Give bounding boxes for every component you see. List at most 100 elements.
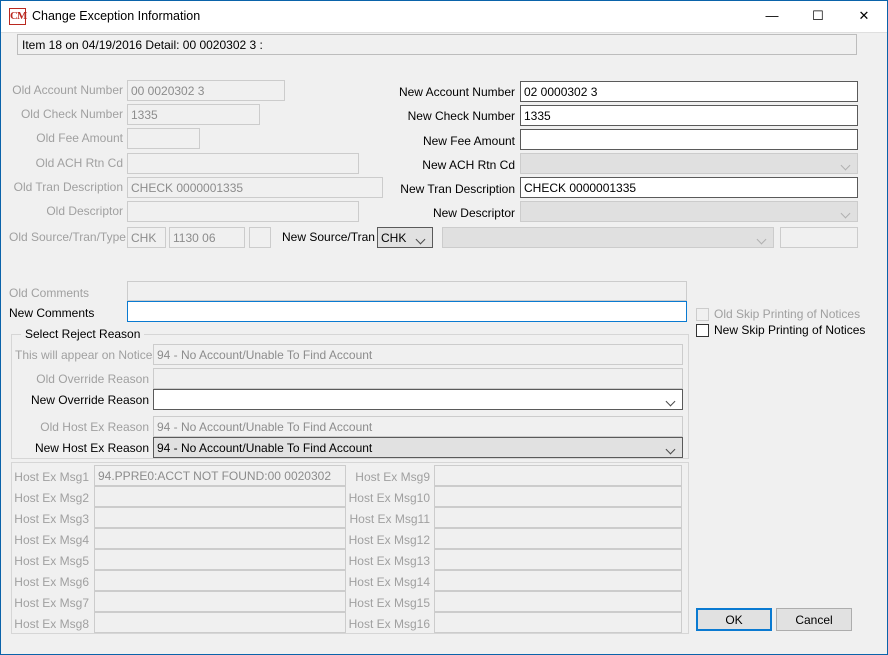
combo-new-source-value: CHK xyxy=(381,230,407,245)
change-exception-information-dialog: CM Change Exception Information — ☐ ✕ It… xyxy=(0,0,888,655)
label-host-ex-msg13: Host Ex Msg13 xyxy=(348,554,430,568)
ok-button[interactable]: OK xyxy=(696,608,772,631)
field-host-ex-msg12 xyxy=(434,528,682,549)
field-new-comments[interactable] xyxy=(127,301,687,322)
window-title: Change Exception Information xyxy=(32,9,201,23)
field-old-source: CHK xyxy=(127,227,166,248)
combo-new-host-ex-reason[interactable]: 94 - No Account/Unable To Find Account xyxy=(153,437,683,458)
app-logo-icon: CM xyxy=(9,8,27,25)
checkbox-old-skip-printing: Old Skip Printing of Notices xyxy=(696,307,860,321)
label-new-override-reason: New Override Reason xyxy=(30,393,149,407)
chevron-down-icon xyxy=(667,446,676,451)
title-bar: CM Change Exception Information — ☐ ✕ xyxy=(1,1,887,33)
label-new-check-number: New Check Number xyxy=(407,109,515,123)
label-host-ex-msg7: Host Ex Msg7 xyxy=(14,596,89,610)
label-old-ach-rtn-cd: Old ACH Rtn Cd xyxy=(35,156,123,170)
field-host-ex-msg13 xyxy=(434,549,682,570)
combo-new-descriptor[interactable] xyxy=(520,201,858,222)
field-host-ex-msg6 xyxy=(94,570,346,591)
combo-new-host-ex-reason-value: 94 - No Account/Unable To Find Account xyxy=(157,440,373,455)
label-host-ex-msg14: Host Ex Msg14 xyxy=(348,575,430,589)
field-old-tran-description: CHECK 0000001335 xyxy=(127,177,383,198)
chevron-down-icon xyxy=(667,398,676,403)
label-host-ex-msg16: Host Ex Msg16 xyxy=(348,617,430,631)
field-new-fee-amount[interactable] xyxy=(520,129,858,150)
combo-new-ach-rtn-cd[interactable] xyxy=(520,153,858,174)
label-host-ex-msg3: Host Ex Msg3 xyxy=(14,512,89,526)
combo-new-override-reason[interactable] xyxy=(153,389,683,410)
label-host-ex-msg11: Host Ex Msg11 xyxy=(349,512,430,526)
field-new-tran-description[interactable]: CHECK 0000001335 xyxy=(520,177,858,198)
label-old-host-ex-reason: Old Host Ex Reason xyxy=(40,420,149,434)
field-old-descriptor xyxy=(127,201,359,222)
field-host-ex-msg15 xyxy=(434,591,682,612)
label-old-tran-description: Old Tran Description xyxy=(13,180,123,194)
maximize-icon[interactable]: ☐ xyxy=(795,1,841,31)
label-host-ex-msg2: Host Ex Msg2 xyxy=(14,491,89,505)
field-host-ex-msg7 xyxy=(94,591,346,612)
label-host-ex-msg15: Host Ex Msg15 xyxy=(348,596,430,610)
checkbox-new-skip-printing-label: New Skip Printing of Notices xyxy=(714,323,866,337)
label-new-descriptor: New Descriptor xyxy=(432,206,515,220)
field-old-comments xyxy=(127,281,687,301)
label-old-source-tran-type: Old Source/Tran/Type xyxy=(9,230,126,244)
label-new-ach-rtn-cd: New ACH Rtn Cd xyxy=(422,158,515,172)
label-new-tran-description: New Tran Description xyxy=(400,182,515,196)
chevron-down-icon xyxy=(417,236,426,241)
field-old-type xyxy=(249,227,271,248)
chevron-down-icon xyxy=(842,162,851,167)
field-old-host-ex-reason: 94 - No Account/Unable To Find Account xyxy=(153,416,683,437)
field-new-check-number[interactable]: 1335 xyxy=(520,105,858,126)
field-host-ex-msg4 xyxy=(94,528,346,549)
combo-new-tran[interactable] xyxy=(442,227,774,248)
field-host-ex-msg16 xyxy=(434,612,682,633)
close-icon[interactable]: ✕ xyxy=(841,1,887,31)
cancel-button[interactable]: Cancel xyxy=(776,608,852,631)
field-this-will-appear-on-notices: 94 - No Account/Unable To Find Account xyxy=(153,344,683,365)
field-new-account-number[interactable]: 02 0000302 3 xyxy=(520,81,858,102)
label-new-account-number: New Account Number xyxy=(398,85,515,99)
combo-new-source[interactable]: CHK xyxy=(377,227,433,248)
label-old-override-reason: Old Override Reason xyxy=(36,372,149,386)
checkbox-box-icon[interactable] xyxy=(696,323,709,337)
field-old-check-number: 1335 xyxy=(127,104,260,125)
field-host-ex-msg9 xyxy=(434,465,682,486)
cancel-button-label: Cancel xyxy=(795,612,833,627)
field-host-ex-msg8 xyxy=(94,612,346,633)
label-new-host-ex-reason: New Host Ex Reason xyxy=(34,441,149,455)
label-old-descriptor: Old Descriptor xyxy=(46,204,123,218)
item-summary-bar: Item 18 on 04/19/2016 Detail: 00 0020302… xyxy=(17,34,857,55)
field-old-account-number: 00 0020302 3 xyxy=(127,80,285,101)
ok-button-label: OK xyxy=(725,612,743,627)
label-new-comments: New Comments xyxy=(9,306,95,320)
checkbox-new-skip-printing[interactable]: New Skip Printing of Notices xyxy=(696,323,865,337)
field-host-ex-msg10 xyxy=(434,486,682,507)
label-host-ex-msg1: Host Ex Msg1 xyxy=(14,470,89,484)
label-new-source-tran: New Source/Tran xyxy=(282,230,375,244)
field-host-ex-msg3 xyxy=(94,507,346,528)
label-this-will-appear-on-notices: This will appear on Notices xyxy=(15,348,159,362)
chevron-down-icon xyxy=(842,210,851,215)
field-host-ex-msg11 xyxy=(434,507,682,528)
label-host-ex-msg8: Host Ex Msg8 xyxy=(14,617,89,631)
label-old-account-number: Old Account Number xyxy=(12,83,123,97)
field-old-override-reason xyxy=(153,368,683,389)
label-new-fee-amount: New Fee Amount xyxy=(422,134,515,148)
minimize-icon[interactable]: — xyxy=(749,1,795,31)
field-new-type xyxy=(780,227,858,248)
label-old-comments: Old Comments xyxy=(9,286,90,300)
chevron-down-icon xyxy=(758,236,767,241)
label-old-fee-amount: Old Fee Amount xyxy=(36,131,123,145)
checkbox-old-skip-printing-label: Old Skip Printing of Notices xyxy=(714,307,861,321)
field-host-ex-msg5 xyxy=(94,549,346,570)
field-host-ex-msg2 xyxy=(94,486,346,507)
label-host-ex-msg4: Host Ex Msg4 xyxy=(14,533,89,547)
label-old-check-number: Old Check Number xyxy=(20,107,123,121)
field-old-fee-amount xyxy=(127,128,200,149)
label-host-ex-msg9: Host Ex Msg9 xyxy=(355,470,430,484)
select-reject-reason-group-title: Select Reject Reason xyxy=(21,327,145,341)
field-old-ach-rtn-cd xyxy=(127,153,359,174)
field-old-tran: 1130 06 xyxy=(169,227,245,248)
checkbox-box-icon xyxy=(696,307,709,321)
field-host-ex-msg14 xyxy=(434,570,682,591)
